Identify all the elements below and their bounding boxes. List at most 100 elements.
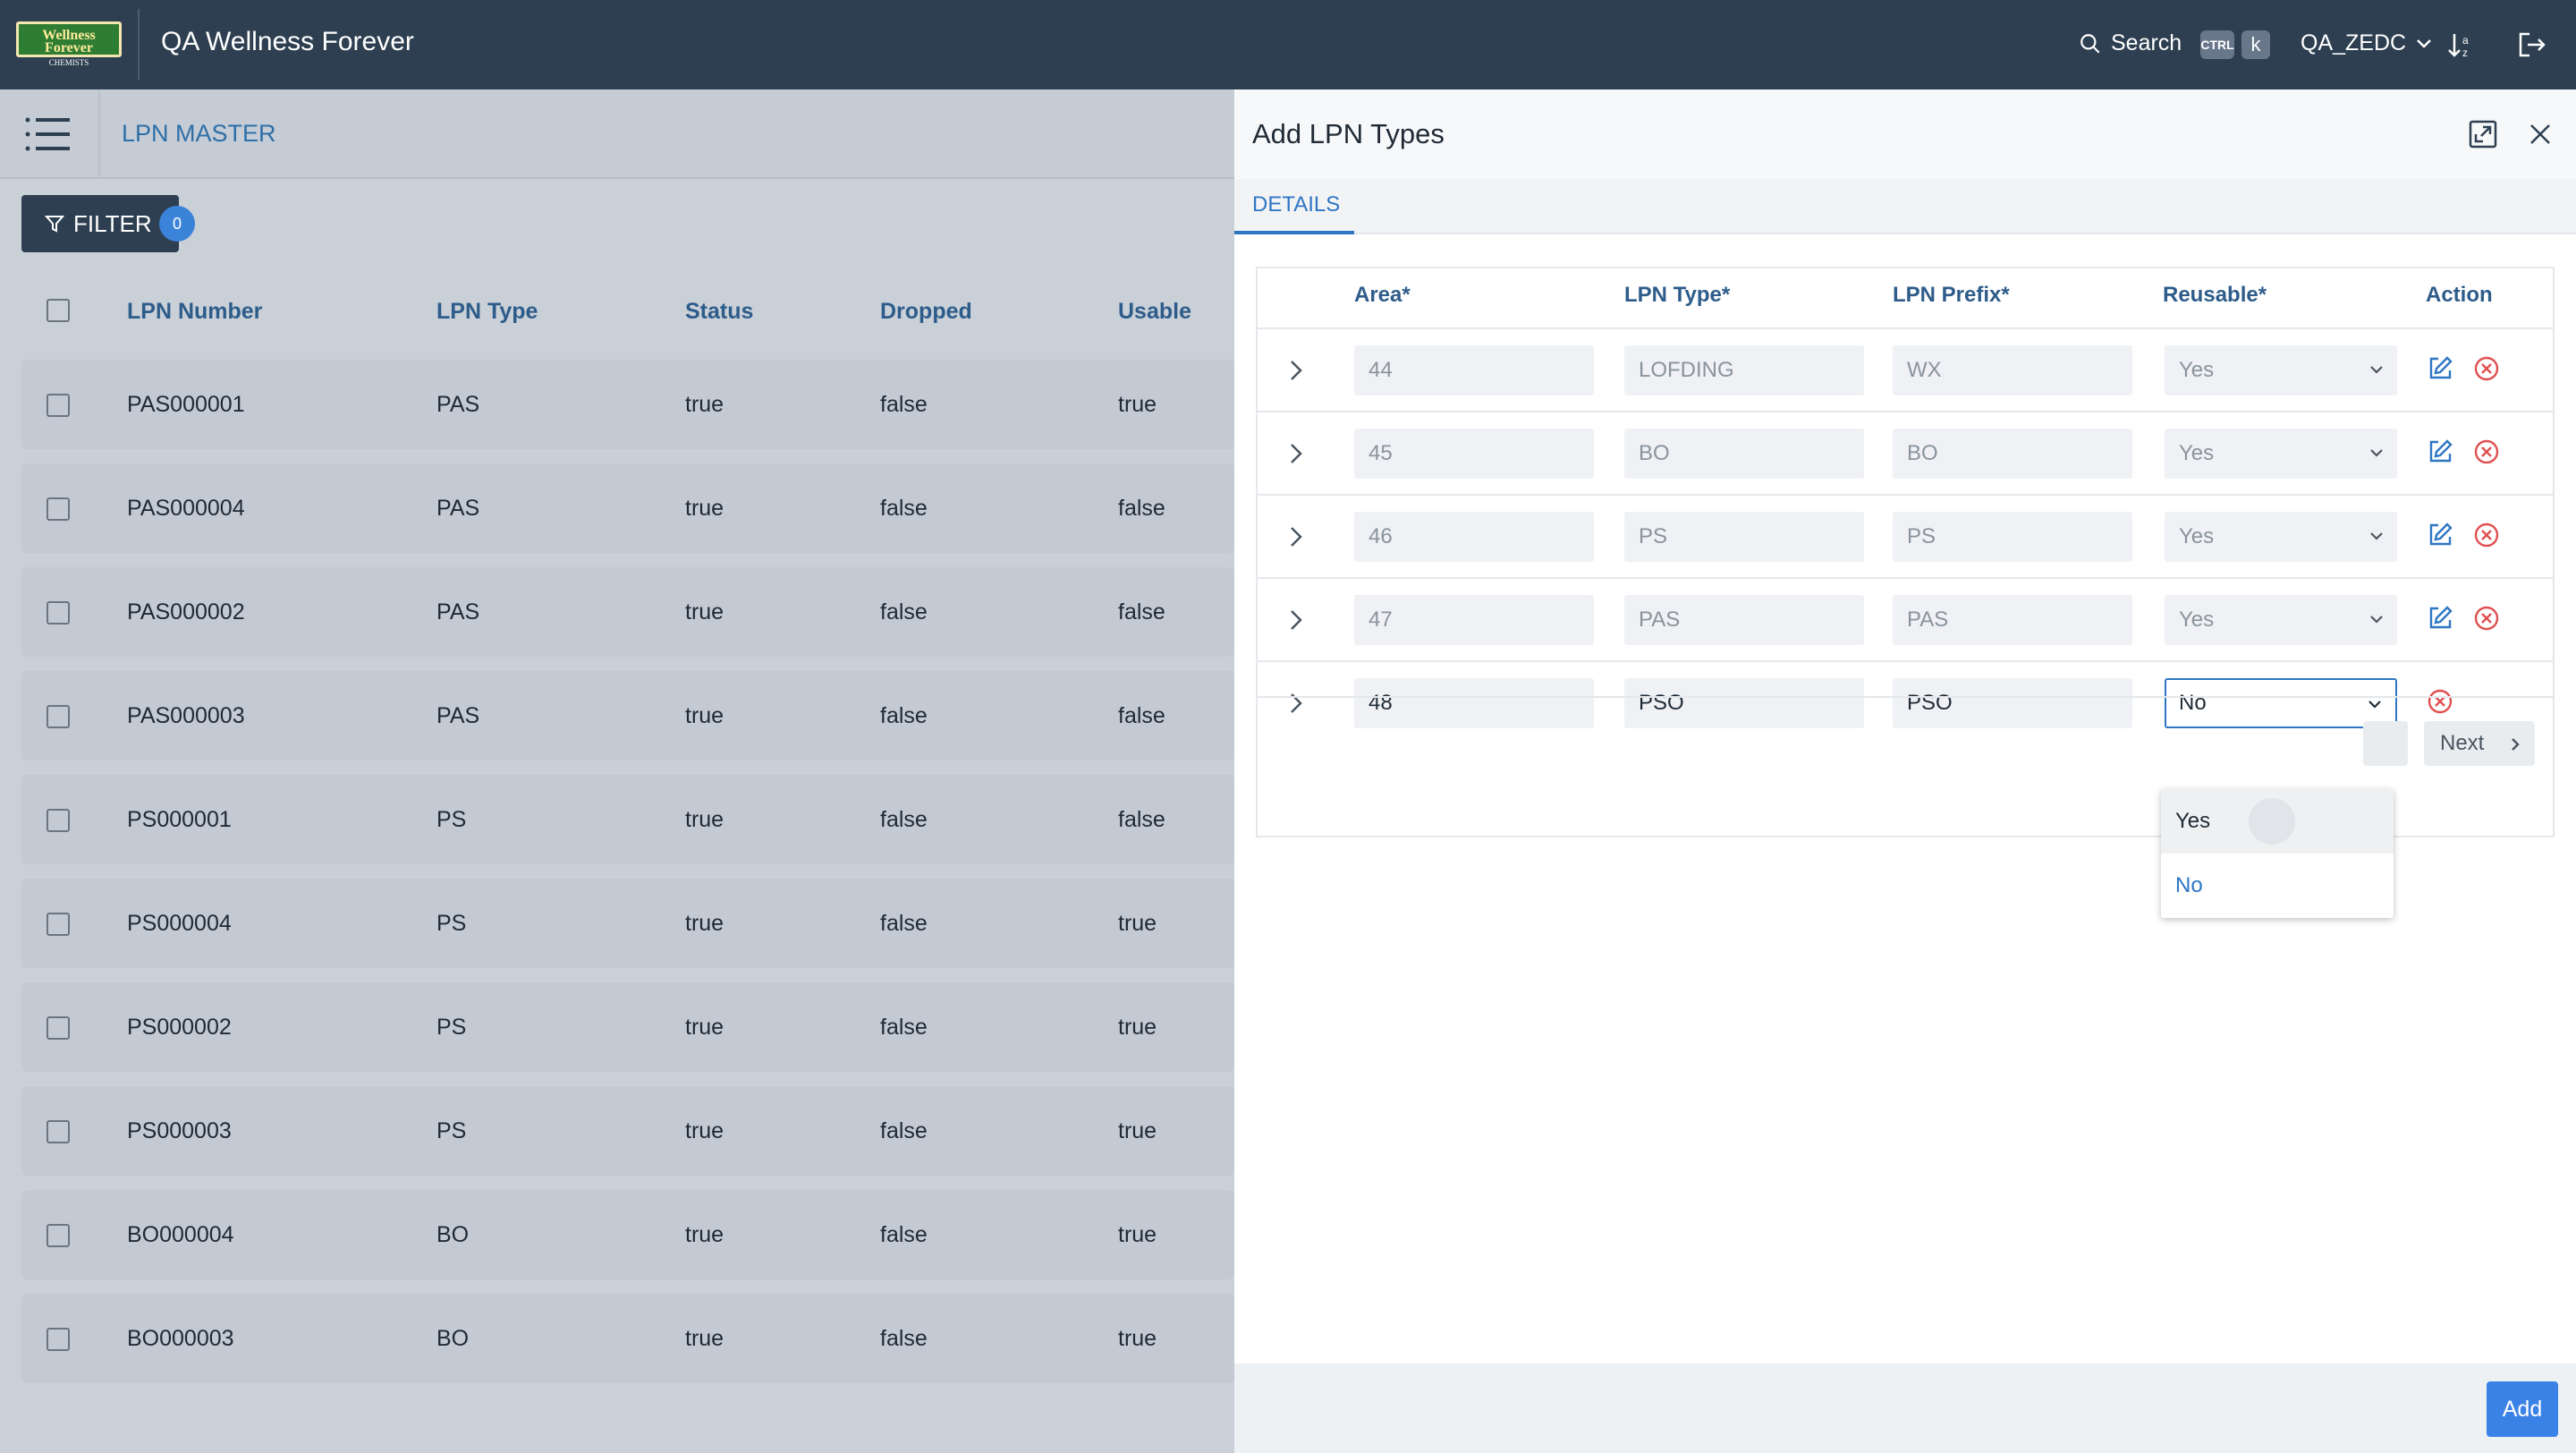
table-row[interactable]: PS000002 PS true false true	[21, 982, 1234, 1072]
lpn-type-input[interactable]: PS	[1624, 512, 1864, 562]
column-header[interactable]: Status	[685, 299, 753, 325]
row-checkbox[interactable]	[47, 1224, 70, 1247]
reusable-select[interactable]: Yes	[2165, 595, 2397, 645]
row-checkbox[interactable]	[47, 809, 70, 832]
table-cell: PAS000002	[127, 599, 245, 625]
lpn-type-input[interactable]: BO	[1624, 429, 1864, 479]
reusable-select[interactable]: Yes	[2165, 512, 2397, 562]
search-button[interactable]: Search	[2079, 30, 2182, 56]
lpn-type-row: 47 PAS PAS Yes	[1258, 577, 2553, 660]
table-cell: PAS000001	[127, 392, 245, 417]
row-checkbox[interactable]	[47, 497, 70, 521]
table-cell: false	[880, 703, 928, 728]
lpn-type-input[interactable]: LOFDING	[1624, 345, 1864, 395]
reusable-value: Yes	[2179, 358, 2215, 382]
search-label: Search	[2111, 30, 2182, 55]
lpn-type-input[interactable]: PAS	[1624, 595, 1864, 645]
logout-icon[interactable]	[2513, 27, 2549, 63]
row-checkbox[interactable]	[47, 705, 70, 728]
table-row[interactable]: PAS000002 PAS true false false	[21, 567, 1234, 657]
expand-row-icon[interactable]	[1284, 439, 1308, 468]
table-cell: true	[685, 1326, 724, 1351]
lpn-prefix-input[interactable]: PS	[1893, 512, 2132, 562]
lpn-prefix-input[interactable]: PAS	[1893, 595, 2132, 645]
reusable-select[interactable]: Yes	[2165, 345, 2397, 395]
edit-icon[interactable]	[2426, 354, 2454, 383]
filter-icon	[45, 216, 64, 233]
table-cell: true	[1118, 911, 1157, 936]
drawer-title: Add LPN Types	[1252, 118, 1445, 149]
table-cell: PS000003	[127, 1118, 232, 1143]
row-checkbox[interactable]	[47, 1120, 70, 1143]
expand-row-icon[interactable]	[1284, 356, 1308, 385]
edit-icon[interactable]	[2426, 521, 2454, 549]
previous-button[interactable]	[2363, 721, 2408, 766]
filter-button[interactable]: FILTER	[21, 195, 179, 252]
column-header: Reusable*	[2163, 283, 2267, 307]
delete-icon[interactable]	[2472, 438, 2501, 466]
column-header[interactable]: LPN Type	[436, 299, 538, 325]
delete-icon[interactable]	[2472, 354, 2501, 383]
divider	[98, 89, 100, 179]
table-cell: PAS000003	[127, 703, 245, 728]
row-checkbox[interactable]	[47, 913, 70, 936]
tab-details[interactable]: DETAILS	[1234, 179, 1354, 234]
table-row[interactable]: PAS000003 PAS true false false	[21, 671, 1234, 760]
dropdown-option-no[interactable]: No	[2161, 854, 2394, 918]
expand-icon[interactable]	[2467, 118, 2499, 150]
table-cell: false	[1118, 703, 1165, 728]
close-icon[interactable]	[2524, 118, 2556, 150]
brand-logo[interactable]: Wellness Forever CHEMISTS	[16, 21, 122, 67]
table-cell: PAS	[436, 703, 480, 728]
lpn-prefix-input[interactable]: WX	[1893, 345, 2132, 395]
dropdown-option-yes[interactable]: Yes	[2161, 789, 2394, 854]
row-checkbox[interactable]	[47, 1016, 70, 1040]
table-cell: false	[1118, 496, 1165, 521]
table-cell: PAS	[436, 496, 480, 521]
table-row[interactable]: PS000004 PS true false true	[21, 879, 1234, 968]
shortcut-k-key: k	[2241, 30, 2270, 59]
table-row[interactable]: PAS000004 PAS true false false	[21, 463, 1234, 553]
menu-icon[interactable]	[23, 115, 73, 154]
delete-icon[interactable]	[2472, 604, 2501, 633]
table-cell: true	[1118, 1326, 1157, 1351]
table-row[interactable]: BO000004 BO true false true	[21, 1190, 1234, 1279]
column-header: LPN Type*	[1624, 283, 1731, 307]
area-input[interactable]: 45	[1354, 429, 1594, 479]
table-row[interactable]: PS000003 PS true false true	[21, 1086, 1234, 1176]
lpn-prefix-input[interactable]: BO	[1893, 429, 2132, 479]
edit-icon[interactable]	[2426, 438, 2454, 466]
lpn-type-row: 45 BO BO Yes	[1258, 411, 2553, 494]
row-checkbox[interactable]	[47, 394, 70, 417]
delete-icon[interactable]	[2472, 521, 2501, 549]
column-header[interactable]: Dropped	[880, 299, 972, 325]
user-menu[interactable]: QA_ZEDC	[2301, 30, 2433, 56]
row-checkbox[interactable]	[47, 1328, 70, 1351]
edit-icon[interactable]	[2426, 604, 2454, 633]
ripple-effect	[2249, 798, 2295, 845]
column-header: LPN Prefix*	[1893, 283, 2010, 307]
next-button[interactable]: Next	[2424, 721, 2535, 766]
chevron-down-icon	[2370, 449, 2383, 457]
expand-row-icon[interactable]	[1284, 606, 1308, 634]
area-input[interactable]: 44	[1354, 345, 1594, 395]
expand-row-icon[interactable]	[1284, 523, 1308, 551]
chevron-down-icon	[2370, 616, 2383, 624]
table-cell: true	[1118, 392, 1157, 417]
table-cell: false	[880, 1015, 928, 1040]
table-row[interactable]: PS000001 PS true false false	[21, 775, 1234, 864]
column-header[interactable]: LPN Number	[127, 299, 262, 325]
add-button[interactable]: Add	[2487, 1381, 2558, 1437]
row-checkbox[interactable]	[47, 601, 70, 625]
area-input[interactable]: 47	[1354, 595, 1594, 645]
table-cell: PS	[436, 911, 467, 936]
table-row[interactable]: PAS000001 PAS true false true	[21, 360, 1234, 449]
table-row[interactable]: BO000003 BO true false true	[21, 1294, 1234, 1383]
reusable-select[interactable]: Yes	[2165, 429, 2397, 479]
select-all-checkbox[interactable]	[47, 299, 70, 322]
table-cell: false	[1118, 807, 1165, 832]
sort-icon[interactable]: a z	[2444, 27, 2479, 63]
column-header[interactable]: Usable	[1118, 299, 1191, 325]
table-cell: true	[685, 496, 724, 521]
area-input[interactable]: 46	[1354, 512, 1594, 562]
